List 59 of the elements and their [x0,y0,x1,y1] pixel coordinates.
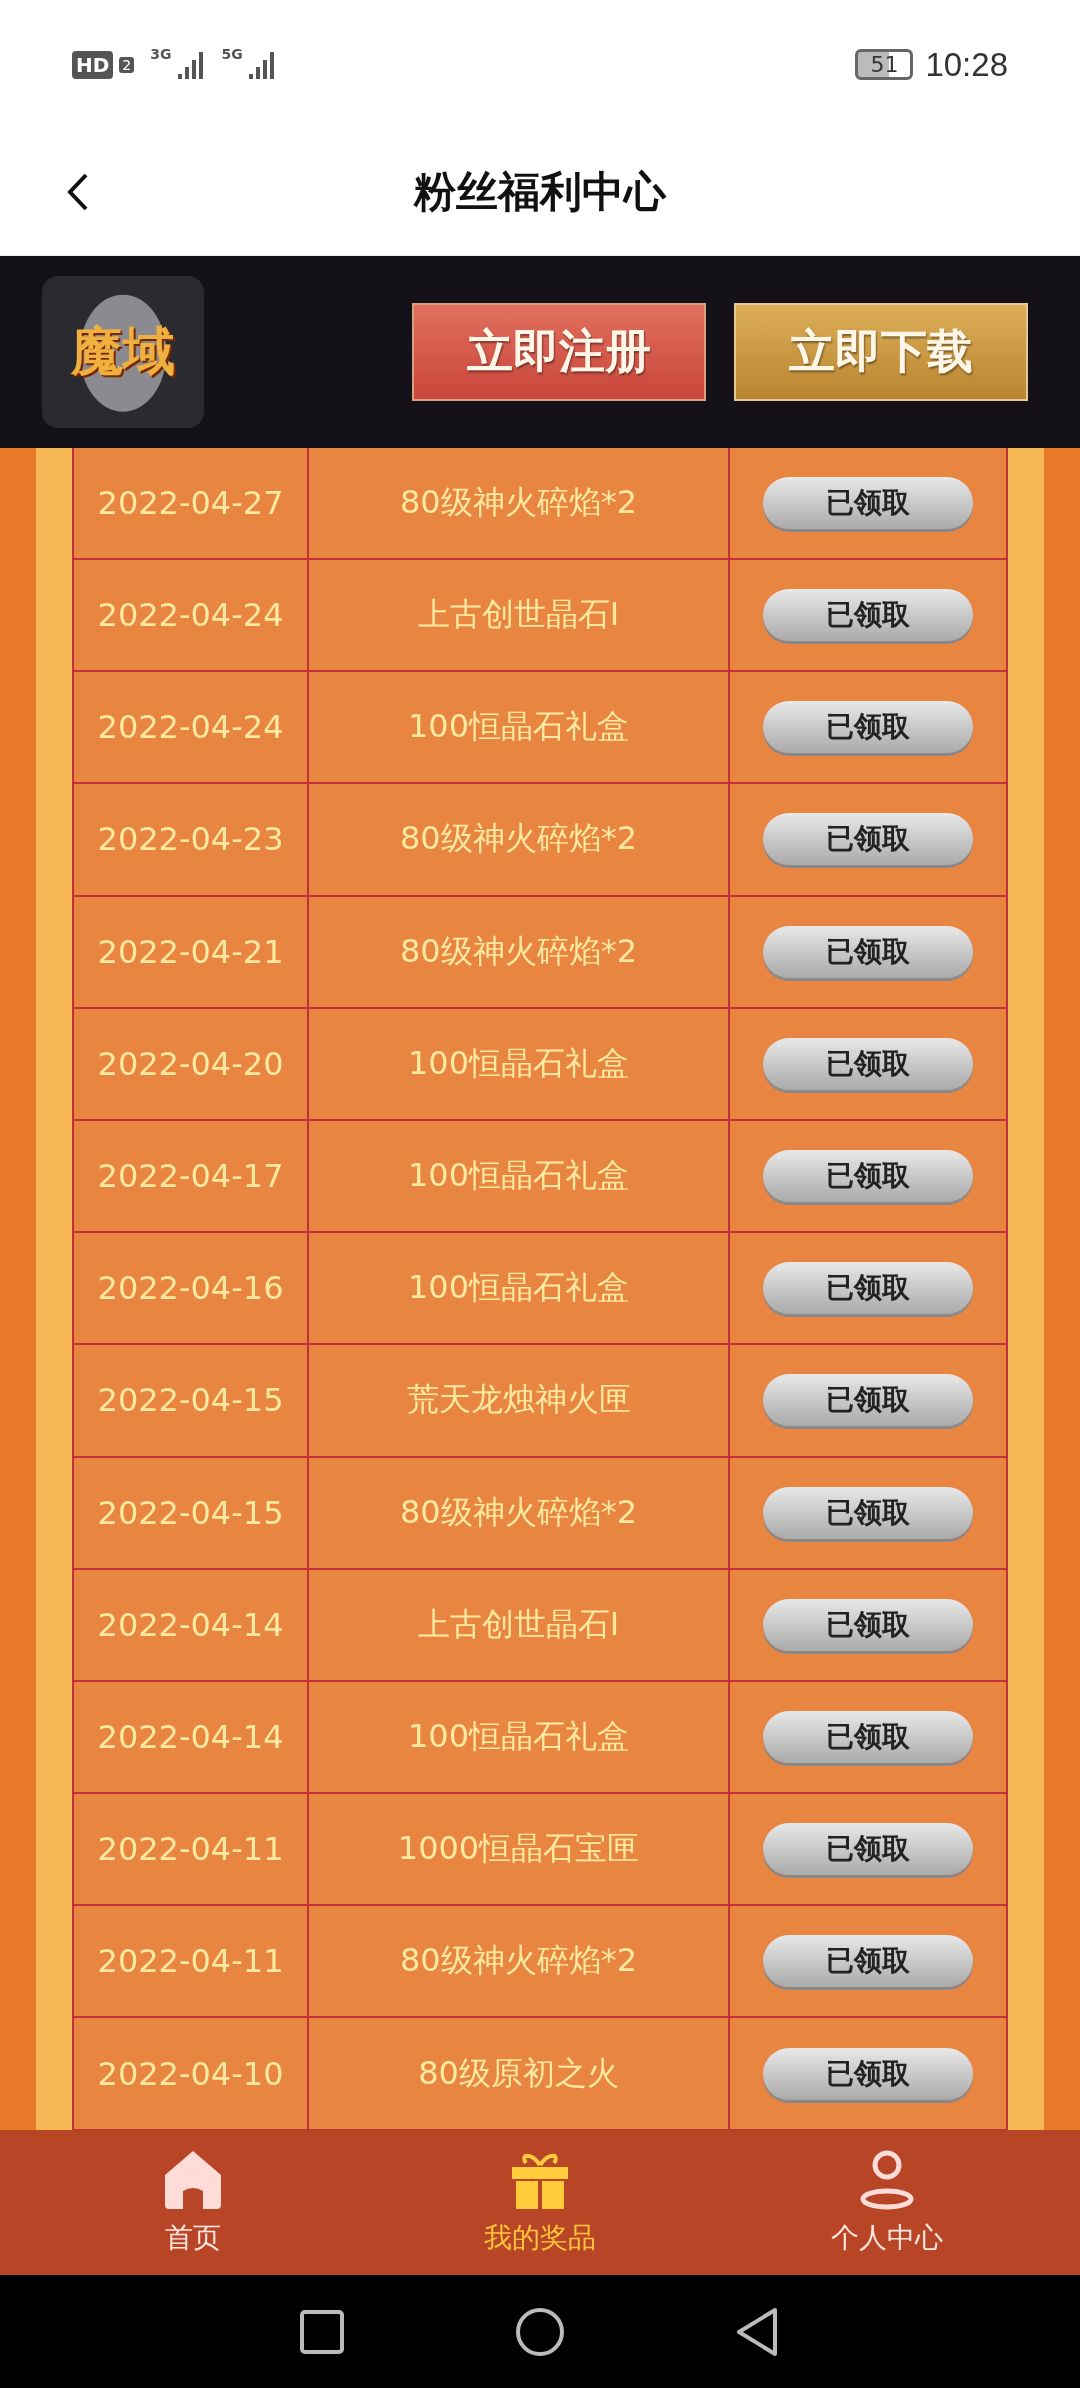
reward-cell: 100恒晶石礼盒 [307,1120,728,1232]
network-label: 5G [221,45,243,62]
home-icon [163,2148,224,2211]
claimed-button[interactable]: 已领取 [763,813,973,866]
network-label: 3G [150,45,172,62]
date-cell: 2022-04-11 [72,1794,307,1905]
claimed-button[interactable]: 已领取 [763,1150,973,1203]
date-cell: 2022-04-14 [72,1681,307,1793]
claimed-button[interactable]: 已领取 [763,1935,973,1988]
date-cell: 2022-04-10 [72,2018,307,2129]
reward-cell: 上古创世晶石Ⅰ [307,1569,728,1680]
date-cell: 2022-04-20 [72,1008,307,1119]
recent-apps-icon[interactable] [299,2308,345,2355]
claimed-button[interactable]: 已领取 [763,1598,973,1651]
date-cell: 2022-04-24 [72,672,307,783]
date-cell: 2022-04-24 [72,560,307,671]
reward-cell: 80级神火碎焰*2 [307,1906,728,2017]
date-cell: 2022-04-14 [72,1569,307,1680]
hd-badge: HD [72,50,114,79]
claimed-button[interactable]: 已领取 [763,476,973,529]
reward-cell: 80级神火碎焰*2 [307,896,728,1007]
tab-item[interactable]: 个人中心 [786,2148,987,2257]
date-cell: 2022-04-15 [72,1345,307,1456]
date-cell: 2022-04-15 [72,1457,307,1568]
claimed-button[interactable]: 已领取 [763,589,973,642]
reward-cell: 80级原初之火 [307,2018,728,2129]
reward-cell: 荒天龙烛神火匣 [307,1345,728,1456]
reward-cell: 80级神火碎焰*2 [307,1457,728,1568]
reward-cell: 100恒晶石礼盒 [307,1233,728,1344]
tab-item[interactable]: 首页 [93,2148,294,2257]
reward-cell: 80级神火碎焰*2 [307,447,728,558]
clock: 10:28 [925,45,1008,84]
claimed-button[interactable]: 已领取 [763,701,973,754]
home-button-icon[interactable] [515,2306,565,2357]
reward-cell: 100恒晶石礼盒 [307,1008,728,1119]
back-icon[interactable] [66,171,90,212]
claimed-button[interactable]: 已领取 [763,925,973,978]
reward-cell: 1000恒晶石宝匣 [307,1794,728,1905]
claimed-button[interactable]: 已领取 [763,1823,973,1876]
claimed-button[interactable]: 已领取 [763,1374,973,1427]
reward-cell: 100恒晶石礼盒 [307,672,728,783]
date-cell: 2022-04-17 [72,1120,307,1232]
banner-button[interactable]: 立即注册 [412,302,706,401]
reward-cell: 80级神火碎焰*2 [307,784,728,895]
reward-cell: 上古创世晶石Ⅰ [307,560,728,671]
date-cell: 2022-04-11 [72,1906,307,2017]
claimed-button[interactable]: 已领取 [763,2047,973,2100]
claimed-button[interactable]: 已领取 [763,1711,973,1763]
sim-badge: 2 [119,56,135,73]
battery-icon: 51 [855,49,914,81]
page-title: 粉丝福利中心 [414,166,666,219]
claimed-button[interactable]: 已领取 [763,1037,973,1090]
claimed-button[interactable]: 已领取 [763,1486,973,1539]
date-cell: 2022-04-21 [72,896,307,1007]
date-cell: 2022-04-23 [72,784,307,895]
date-cell: 2022-04-27 [72,447,307,558]
claimed-button[interactable]: 已领取 [763,1262,973,1315]
reward-cell: 100恒晶石礼盒 [307,1681,728,1793]
date-cell: 2022-04-16 [72,1233,307,1344]
